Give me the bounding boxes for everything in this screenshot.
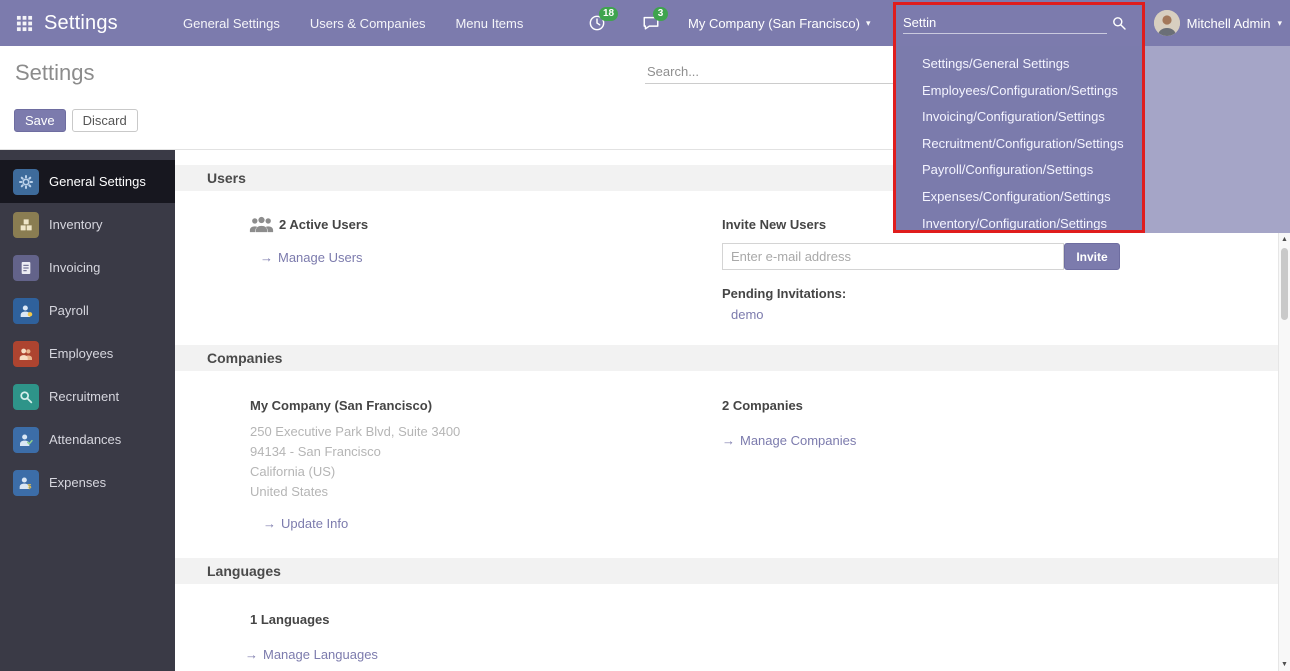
arrow-right-icon: → xyxy=(260,250,273,265)
address-line: 250 Executive Park Blvd, Suite 3400 xyxy=(250,422,460,442)
manage-languages-link[interactable]: → Manage Languages xyxy=(245,647,378,662)
search-result-item[interactable]: Settings/General Settings xyxy=(895,51,1145,78)
company-name: My Company (San Francisco) xyxy=(250,398,432,413)
sidebar-item-label: Attendances xyxy=(49,432,121,447)
companies-count: 2 Companies xyxy=(722,398,803,413)
employees-icon xyxy=(13,341,39,367)
company-address: 250 Executive Park Blvd, Suite 3400 9413… xyxy=(250,422,460,502)
section-header-languages: Languages xyxy=(175,558,1278,584)
message-count-badge: 3 xyxy=(653,7,668,21)
invite-email-field[interactable] xyxy=(722,243,1064,270)
sidebar-item-label: General Settings xyxy=(49,174,146,189)
discard-button[interactable]: Discard xyxy=(72,109,138,132)
app-top-menu: General Settings Users & Companies Menu … xyxy=(183,0,523,46)
sidebar-item-general-settings[interactable]: General Settings xyxy=(0,160,175,203)
sidebar-item-label: Recruitment xyxy=(49,389,119,404)
manage-companies-label: Manage Companies xyxy=(740,433,856,448)
menu-users-companies[interactable]: Users & Companies xyxy=(310,16,426,31)
sidebar-item-label: Invoicing xyxy=(49,260,100,275)
arrow-right-icon: → xyxy=(263,516,276,531)
sidebar-item-attendances[interactable]: Attendances xyxy=(0,418,175,461)
search-result-item[interactable]: Employees/Configuration/Settings xyxy=(895,78,1145,105)
payroll-icon xyxy=(13,298,39,324)
apps-grid-icon xyxy=(16,15,33,32)
recruitment-icon xyxy=(13,384,39,410)
sidebar-item-employees[interactable]: Employees xyxy=(0,332,175,375)
user-name-label: Mitchell Admin xyxy=(1187,16,1271,31)
arrow-right-icon: → xyxy=(722,433,735,448)
address-line: California (US) xyxy=(250,462,460,482)
scroll-up-arrow[interactable]: ▲ xyxy=(1279,236,1290,243)
section-header-companies: Companies xyxy=(175,345,1278,371)
invite-button[interactable]: Invite xyxy=(1064,243,1120,270)
activity-count-badge: 18 xyxy=(599,7,618,21)
expenses-icon: $ xyxy=(13,470,39,496)
settings-gear-icon xyxy=(13,169,39,195)
vertical-scrollbar[interactable]: ▲ ▼ xyxy=(1278,233,1290,671)
manage-languages-label: Manage Languages xyxy=(263,647,378,662)
users-group-icon xyxy=(249,214,274,240)
form-buttons: Save Discard xyxy=(14,109,138,132)
address-line: United States xyxy=(250,482,460,502)
sidebar-item-label: Inventory xyxy=(49,217,102,232)
manage-users-label: Manage Users xyxy=(278,250,363,265)
chevron-down-icon: ▾ xyxy=(1277,18,1282,29)
sidebar-item-label: Expenses xyxy=(49,475,106,490)
manage-users-link[interactable]: → Manage Users xyxy=(260,250,363,265)
menu-general-settings[interactable]: General Settings xyxy=(183,16,280,31)
search-result-item[interactable]: Invoicing/Configuration/Settings xyxy=(895,104,1145,131)
pending-invitations-label: Pending Invitations: xyxy=(722,286,846,301)
sidebar-item-recruitment[interactable]: Recruitment xyxy=(0,375,175,418)
page-title: Settings xyxy=(15,60,95,86)
current-app-title: Settings xyxy=(44,0,118,46)
search-result-item[interactable]: Payroll/Configuration/Settings xyxy=(895,157,1145,184)
company-switcher[interactable]: My Company (San Francisco) ▾ xyxy=(688,0,870,46)
scroll-down-arrow[interactable]: ▼ xyxy=(1279,661,1290,668)
sidebar-item-inventory[interactable]: Inventory xyxy=(0,203,175,246)
settings-sidebar: General Settings Inventory Invoicing xyxy=(0,150,175,671)
sidebar-item-payroll[interactable]: Payroll xyxy=(0,289,175,332)
invite-new-users-title: Invite New Users xyxy=(722,217,826,232)
active-users-count: 2 Active Users xyxy=(279,217,368,232)
search-result-item[interactable]: Expenses/Configuration/Settings xyxy=(895,184,1145,211)
svg-text:$: $ xyxy=(28,483,32,490)
sidebar-item-invoicing[interactable]: Invoicing xyxy=(0,246,175,289)
search-result-item[interactable]: Recruitment/Configuration/Settings xyxy=(895,131,1145,158)
manage-companies-link[interactable]: → Manage Companies xyxy=(722,433,856,448)
update-info-link[interactable]: → Update Info xyxy=(263,516,348,531)
apps-menu-button[interactable] xyxy=(8,0,40,46)
pending-user-demo-link[interactable]: demo xyxy=(731,307,764,322)
sidebar-item-label: Payroll xyxy=(49,303,89,318)
save-button[interactable]: Save xyxy=(14,109,66,132)
arrow-right-icon: → xyxy=(245,647,258,662)
company-switcher-label: My Company (San Francisco) xyxy=(688,16,860,31)
address-line: 94134 - San Francisco xyxy=(250,442,460,462)
scrollbar-thumb[interactable] xyxy=(1281,248,1288,320)
messages-systray-button[interactable]: 3 xyxy=(642,0,660,46)
update-info-label: Update Info xyxy=(281,516,348,531)
attendances-icon xyxy=(13,427,39,453)
activities-systray-button[interactable]: 18 xyxy=(588,0,606,46)
avatar xyxy=(1154,10,1180,36)
top-navbar: Settings General Settings Users & Compan… xyxy=(0,0,1290,46)
pending-user-label: demo xyxy=(731,307,764,322)
menu-search-dropdown: Settings/General Settings Employees/Conf… xyxy=(895,46,1290,233)
user-menu[interactable]: Mitchell Admin ▾ xyxy=(1154,0,1282,46)
dropdown-panel-spacer xyxy=(1145,46,1290,233)
menu-search-box xyxy=(903,0,1127,46)
inventory-icon xyxy=(13,212,39,238)
search-icon[interactable] xyxy=(1111,15,1127,31)
menu-menu-items[interactable]: Menu Items xyxy=(455,16,523,31)
search-results-list: Settings/General Settings Employees/Conf… xyxy=(895,46,1145,233)
sidebar-item-expenses[interactable]: $ Expenses xyxy=(0,461,175,504)
invoicing-icon xyxy=(13,255,39,281)
search-result-item[interactable]: Inventory/Configuration/Settings xyxy=(895,211,1145,238)
languages-count: 1 Languages xyxy=(250,612,329,627)
odoo-settings-screen: Settings General Settings Users & Compan… xyxy=(0,0,1290,671)
chevron-down-icon: ▾ xyxy=(866,18,871,29)
menu-search-input[interactable] xyxy=(903,12,1107,34)
sidebar-item-label: Employees xyxy=(49,346,113,361)
